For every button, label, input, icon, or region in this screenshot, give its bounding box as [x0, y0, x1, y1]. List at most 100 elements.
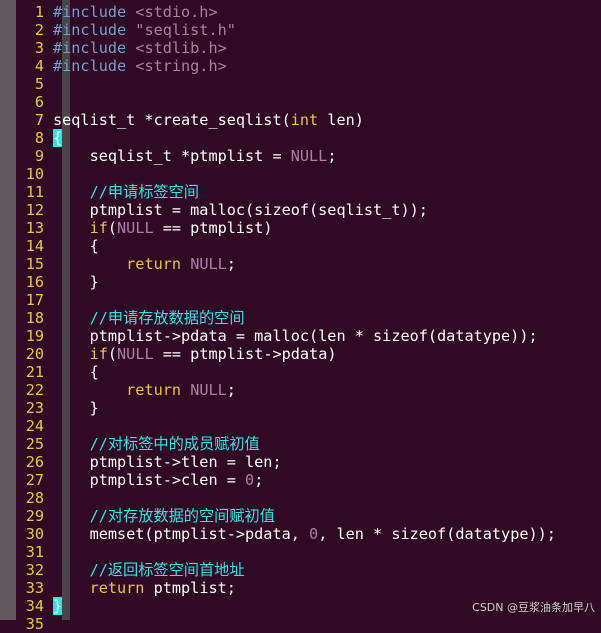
code-text: { [53, 129, 62, 147]
line-number: 4 [34, 57, 44, 75]
line-number: 21 [25, 363, 44, 381]
code-text: { [53, 237, 99, 255]
code-line[interactable]: 11 //申请标签空间 [0, 183, 601, 201]
line-number: 15 [25, 255, 44, 273]
code-token: //对标签中的成员赋初值 [53, 435, 260, 453]
line-number: 34 [25, 597, 44, 615]
code-line[interactable]: 10 [0, 165, 601, 183]
code-line[interactable]: 32 //返回标签空间首地址 [0, 561, 601, 579]
code-line[interactable]: 23 } [0, 399, 601, 417]
code-token: ptmplist->pdata = malloc(len * sizeof(da… [53, 327, 538, 345]
line-number: 19 [25, 327, 44, 345]
code-line[interactable]: 14 { [0, 237, 601, 255]
code-line[interactable]: 16 } [0, 273, 601, 291]
code-line[interactable]: 26 ptmplist->tlen = len; [0, 453, 601, 471]
code-text: } [53, 399, 99, 417]
code-text: return NULL; [53, 255, 236, 273]
line-number: 10 [25, 165, 44, 183]
code-token: == ptmplist) [153, 219, 273, 237]
code-line[interactable]: 30 memset(ptmplist->pdata, 0, len * size… [0, 525, 601, 543]
code-token: //对存放数据的空间赋初值 [53, 507, 275, 525]
code-token: ; [327, 147, 337, 165]
line-number: 11 [25, 183, 44, 201]
code-line[interactable]: 22 return NULL; [0, 381, 601, 399]
line-number: 29 [25, 507, 44, 525]
line-number: 23 [25, 399, 44, 417]
code-token: ptmplist->clen = [53, 471, 246, 489]
code-line[interactable]: 20 if(NULL == ptmplist->pdata) [0, 345, 601, 363]
code-line[interactable]: 28 [0, 489, 601, 507]
line-number: 12 [25, 201, 44, 219]
code-line[interactable]: 18 //申请存放数据的空间 [0, 309, 601, 327]
code-token: { [53, 363, 99, 381]
code-token: ( [107, 345, 118, 363]
code-line[interactable]: 27 ptmplist->clen = 0; [0, 471, 601, 489]
line-number: 13 [25, 219, 44, 237]
code-token: ; [254, 471, 264, 489]
code-line[interactable]: 31 [0, 543, 601, 561]
code-text: ptmplist->pdata = malloc(len * sizeof(da… [53, 327, 538, 345]
code-line[interactable]: 9 seqlist_t *ptmplist = NULL; [0, 147, 601, 165]
code-token: ; [226, 381, 236, 399]
code-token: #include [53, 3, 136, 21]
code-text: } [53, 597, 62, 615]
code-line[interactable]: 1 #include <stdio.h> [0, 3, 601, 21]
code-line[interactable]: 7 seqlist_t *create_seqlist(int len) [0, 111, 601, 129]
code-line[interactable]: 35 [0, 615, 601, 633]
code-line[interactable]: 6 [0, 93, 601, 111]
code-token: } [53, 597, 63, 615]
code-line[interactable]: 15 return NULL; [0, 255, 601, 273]
code-line[interactable]: 4 #include <string.h> [0, 57, 601, 75]
code-line[interactable]: 2 #include "seqlist.h" [0, 21, 601, 39]
code-line[interactable]: 5 [0, 75, 601, 93]
code-text: //返回标签空间首地址 [53, 561, 245, 579]
code-token: <stdlib.h> [135, 39, 227, 57]
code-text: #include <string.h> [53, 57, 227, 75]
line-number: 26 [25, 453, 44, 471]
code-token: NULL [190, 381, 227, 399]
code-line[interactable]: 25 //对标签中的成员赋初值 [0, 435, 601, 453]
code-line[interactable]: 29 //对存放数据的空间赋初值 [0, 507, 601, 525]
code-line[interactable]: 17 [0, 291, 601, 309]
line-number: 30 [25, 525, 44, 543]
code-token: //申请标签空间 [53, 183, 199, 201]
code-text: return ptmplist; [53, 579, 236, 597]
code-text: //申请标签空间 [53, 183, 199, 201]
line-number: 2 [34, 21, 44, 39]
code-line[interactable]: 3 #include <stdlib.h> [0, 39, 601, 57]
code-token: #include [53, 57, 136, 75]
line-number: 27 [25, 471, 44, 489]
code-token: NULL [117, 219, 154, 237]
line-number: 25 [25, 435, 44, 453]
code-line[interactable]: 19 ptmplist->pdata = malloc(len * sizeof… [0, 327, 601, 345]
code-text: #include <stdio.h> [53, 3, 218, 21]
code-token: <stdio.h> [135, 3, 218, 21]
line-number: 28 [25, 489, 44, 507]
code-line[interactable]: 13 if(NULL == ptmplist) [0, 219, 601, 237]
code-text: ptmplist = malloc(sizeof(seqlist_t)); [53, 201, 428, 219]
code-token: NULL [290, 147, 328, 165]
line-number: 35 [25, 615, 44, 633]
code-text: } [53, 273, 99, 291]
line-number: 24 [25, 417, 44, 435]
code-token: <string.h> [135, 57, 227, 75]
vim-editor[interactable]: 1 #include <stdio.h> 2 #include "seqlist.h"… [0, 0, 601, 633]
line-number: 18 [25, 309, 44, 327]
code-line[interactable]: 24 [0, 417, 601, 435]
code-token: ; [226, 255, 236, 273]
code-line[interactable]: 12 ptmplist = malloc(sizeof(seqlist_t)); [0, 201, 601, 219]
code-token: int [290, 111, 319, 129]
code-line[interactable]: 33 return ptmplist; [0, 579, 601, 597]
line-number: 8 [34, 129, 44, 147]
code-text: seqlist_t *create_seqlist(int len) [53, 111, 364, 129]
code-line[interactable]: 8{ [0, 129, 601, 147]
code-line[interactable]: 21 { [0, 363, 601, 381]
csdn-watermark: CSDN @豆浆油条加早八 [472, 601, 595, 614]
code-text: ptmplist->tlen = len; [53, 453, 282, 471]
code-token: "seqlist.h" [135, 21, 236, 39]
code-token: if [89, 219, 108, 237]
